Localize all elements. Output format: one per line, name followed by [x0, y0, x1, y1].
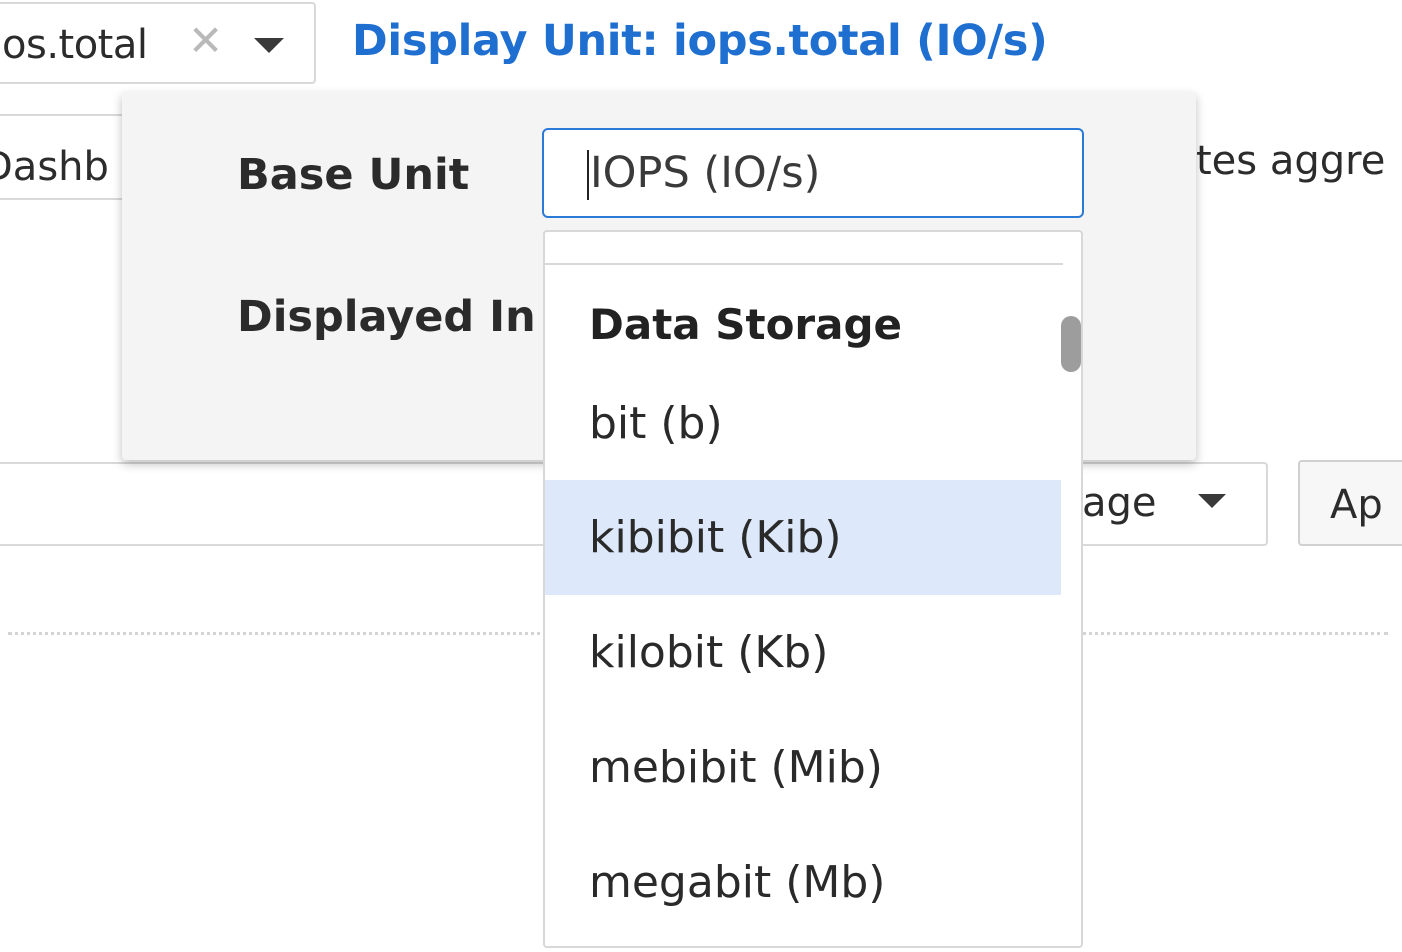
close-icon[interactable]: ✕: [188, 20, 223, 62]
option-mebibit[interactable]: mebibit (Mib): [545, 710, 1061, 825]
group-header-data-storage: Data Storage: [589, 300, 903, 349]
option-kibibit[interactable]: kibibit (Kib): [545, 480, 1061, 595]
apply-button[interactable]: Ap: [1298, 460, 1402, 546]
option-label: bit (b): [589, 398, 723, 449]
metric-select-value: os.total: [2, 22, 148, 68]
display-unit-link[interactable]: Display Unit: iops.total (IO/s): [352, 16, 1048, 66]
option-bit[interactable]: bit (b): [545, 366, 1061, 481]
displayed-in-label: Displayed In: [237, 292, 536, 342]
option-label: kibibit (Kib): [589, 512, 842, 563]
aggregation-text: tes aggre: [1196, 138, 1386, 184]
caret-down-icon[interactable]: [254, 38, 284, 53]
aggregation-select-value[interactable]: age: [1082, 480, 1157, 526]
base-unit-label: Base Unit: [237, 150, 470, 200]
dashboard-field[interactable]: Dashb: [0, 114, 140, 200]
base-unit-input[interactable]: IOPS (IO/s): [542, 128, 1084, 218]
dropdown-separator: [545, 263, 1063, 265]
option-megabit[interactable]: megabit (Mb): [545, 825, 1061, 940]
metric-select[interactable]: os.total ✕: [0, 2, 316, 84]
option-label: megabit (Mb): [589, 857, 886, 908]
dashboard-field-text: Dashb: [0, 144, 109, 190]
unit-dropdown-list[interactable]: Data Storage bit (b) kibibit (Kib) kilob…: [543, 230, 1083, 948]
option-label: kilobit (Kb): [589, 627, 829, 678]
caret-down-icon[interactable]: [1198, 494, 1226, 508]
text-cursor: [587, 150, 589, 200]
scrollbar-thumb[interactable]: [1061, 316, 1081, 372]
apply-button-label: Ap: [1330, 482, 1383, 528]
option-label: mebibit (Mib): [589, 742, 883, 793]
option-kilobit[interactable]: kilobit (Kb): [545, 595, 1061, 710]
base-unit-value: IOPS (IO/s): [590, 148, 821, 198]
